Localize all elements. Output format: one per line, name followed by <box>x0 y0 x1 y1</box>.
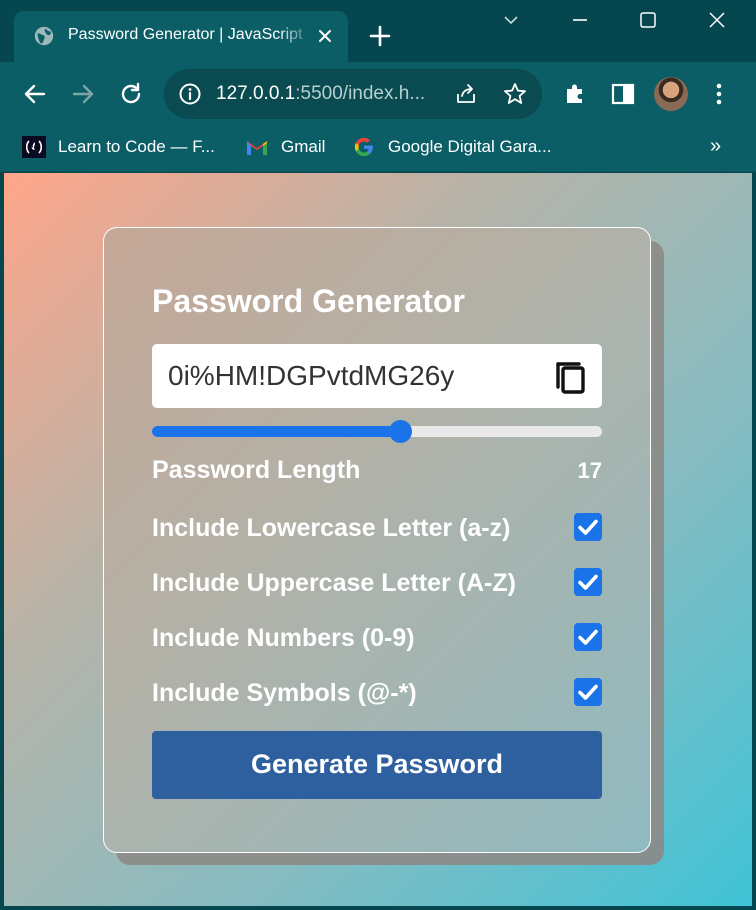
page-title: Password Generator <box>152 283 465 319</box>
length-slider-fill <box>152 426 401 437</box>
bookmark-freecodecamp[interactable]: Learn to Code — F... <box>22 136 215 158</box>
password-field[interactable] <box>168 359 538 393</box>
browser-tab[interactable]: Password Generator | JavaScript <box>14 11 348 62</box>
browser-toolbar: 127.0.0.1:5500/index.h... <box>0 62 756 126</box>
uppercase-checkbox[interactable] <box>574 568 602 596</box>
url-text: 127.0.0.1:5500/index.h... <box>216 83 426 104</box>
new-tab-icon[interactable] <box>368 24 392 48</box>
numbers-checkbox[interactable] <box>574 623 602 651</box>
option-lowercase-label: Include Lowercase Letter (a-z) <box>152 514 511 542</box>
globe-icon <box>34 26 54 46</box>
password-length-value: 17 <box>577 458 602 483</box>
address-bar[interactable]: 127.0.0.1:5500/index.h... <box>164 69 542 119</box>
bookmarks-bar: Learn to Code — F... Gmail Google Digita… <box>0 126 756 172</box>
checkmark-icon <box>578 574 598 590</box>
checkmark-icon <box>578 629 598 645</box>
chevron-down-icon[interactable] <box>501 10 521 30</box>
copy-icon[interactable] <box>550 356 592 398</box>
profile-avatar[interactable] <box>654 77 688 111</box>
menu-dots-icon[interactable] <box>706 81 732 107</box>
page-background: Password Generator Password Length 17 In… <box>4 173 752 906</box>
option-symbols: Include Symbols (@-*) <box>152 678 602 708</box>
reload-icon[interactable] <box>118 81 144 107</box>
length-slider-thumb[interactable] <box>389 420 413 443</box>
sidepanel-icon[interactable] <box>610 81 636 107</box>
option-uppercase-label: Include Uppercase Letter (A-Z) <box>152 569 516 597</box>
generate-password-button[interactable]: Generate Password <box>152 731 602 799</box>
bookmarks-overflow-button[interactable]: » <box>710 135 721 158</box>
back-arrow-icon[interactable] <box>22 81 48 107</box>
password-generator-card: Password Generator Password Length 17 In… <box>103 227 651 853</box>
freecodecamp-icon <box>22 136 46 158</box>
window-close-icon[interactable] <box>707 10 727 30</box>
maximize-icon[interactable] <box>638 10 658 30</box>
option-symbols-label: Include Symbols (@-*) <box>152 679 417 707</box>
star-icon[interactable] <box>502 81 528 107</box>
lowercase-checkbox[interactable] <box>574 513 602 541</box>
option-numbers-label: Include Numbers (0-9) <box>152 624 415 652</box>
option-uppercase: Include Uppercase Letter (A-Z) <box>152 568 602 598</box>
google-icon <box>354 137 373 157</box>
checkmark-icon <box>578 684 598 700</box>
tab-title: Password Generator | JavaScript <box>68 26 303 43</box>
bookmark-google-digital-garage[interactable]: Google Digital Gara... <box>352 136 551 158</box>
symbols-checkbox[interactable] <box>574 678 602 706</box>
password-display <box>152 344 602 408</box>
length-slider[interactable] <box>152 420 602 443</box>
info-icon[interactable] <box>178 82 202 106</box>
option-numbers: Include Numbers (0-9) <box>152 623 602 653</box>
gmail-icon <box>247 141 267 155</box>
extensions-puzzle-icon[interactable] <box>562 81 588 107</box>
share-icon[interactable] <box>454 81 480 107</box>
option-lowercase: Include Lowercase Letter (a-z) <box>152 513 602 543</box>
browser-tab-strip: Password Generator | JavaScript <box>0 0 756 62</box>
bookmark-gmail[interactable]: Gmail <box>245 136 325 158</box>
minimize-icon[interactable] <box>570 10 590 30</box>
password-length-label: Password Length <box>152 456 361 484</box>
forward-arrow-icon[interactable] <box>70 81 96 107</box>
close-icon[interactable] <box>315 26 335 46</box>
checkmark-icon <box>578 519 598 535</box>
